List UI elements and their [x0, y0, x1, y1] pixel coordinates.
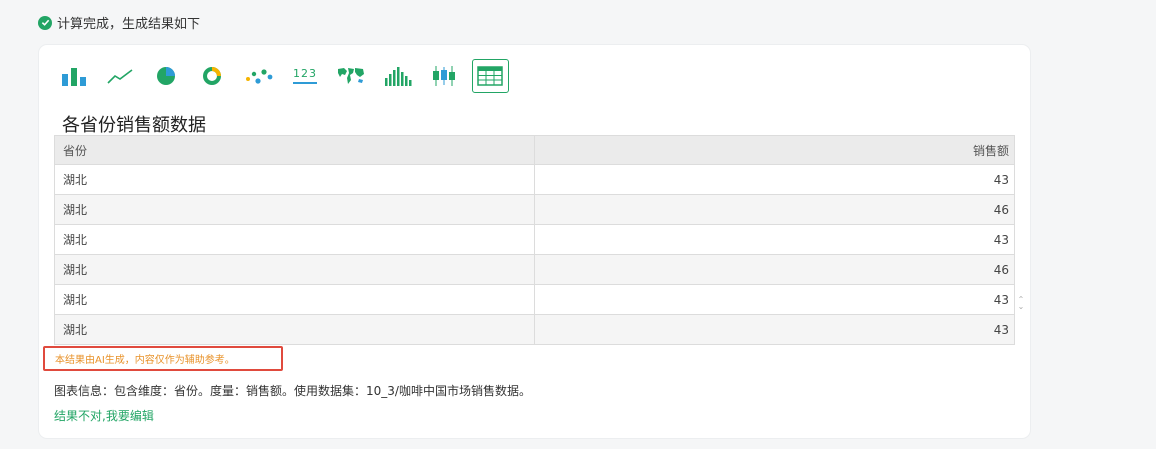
chart-info-text: 图表信息：包含维度：省份。度量：销售额。使用数据集：10_3/咖啡中国市场销售数… [54, 384, 531, 398]
column-header-sales[interactable]: 销售额 [534, 135, 1015, 165]
donut-chart-button[interactable] [194, 59, 231, 93]
histogram-chart-button[interactable] [379, 59, 416, 93]
table-header-row: 省份 销售额 [54, 135, 1015, 165]
table-cell-province: 湖北 [54, 254, 535, 285]
donut-chart-icon [203, 67, 222, 85]
column-header-province[interactable]: 省份 [54, 135, 535, 165]
table-cell-province: 湖北 [54, 194, 535, 225]
number-card-button[interactable]: 123 [286, 59, 323, 93]
candlestick-chart-icon [432, 66, 455, 86]
result-card: 123 各省份销售额数据 省份 销售额 湖北 43 湖北 46 湖北 43 湖北… [39, 45, 1030, 438]
ai-disclaimer-note: 本结果由AI生成，内容仅作为辅助参考。 [43, 346, 283, 371]
chart-title: 各省份销售额数据 [62, 115, 206, 136]
check-circle-icon [38, 15, 52, 30]
edit-result-link[interactable]: 结果不对,我要编辑 [54, 407, 154, 424]
number-card-icon: 123 [292, 68, 317, 84]
histogram-chart-icon [384, 67, 412, 86]
scroll-arrows-icon[interactable]: ⌃ ⌄ [1015, 295, 1027, 311]
table-row: 湖北 43 [54, 224, 1015, 255]
map-chart-icon [338, 68, 365, 84]
scatter-chart-button[interactable] [240, 59, 277, 93]
candlestick-chart-button[interactable] [425, 59, 462, 93]
data-table: 省份 销售额 湖北 43 湖北 46 湖北 43 湖北 46 湖北 43 湖北 … [54, 135, 1015, 345]
table-cell-province: 湖北 [54, 314, 535, 345]
table-cell-province: 湖北 [54, 224, 535, 255]
table-cell-province: 湖北 [54, 164, 535, 195]
table-row: 湖北 46 [54, 254, 1015, 285]
table-cell-sales: 46 [534, 194, 1015, 225]
status-message: 计算完成，生成结果如下 [38, 13, 200, 32]
scatter-chart-icon [245, 69, 273, 84]
bar-chart-icon [61, 68, 86, 86]
table-chart-icon [477, 66, 503, 86]
pie-chart-icon [157, 67, 176, 85]
table-cell-province: 湖北 [54, 284, 535, 315]
table-cell-sales: 43 [534, 224, 1015, 255]
table-cell-sales: 43 [534, 314, 1015, 345]
line-chart-icon [107, 69, 133, 84]
pie-chart-button[interactable] [148, 59, 185, 93]
bar-chart-button[interactable] [55, 59, 92, 93]
status-text: 计算完成，生成结果如下 [57, 17, 201, 32]
table-cell-sales: 43 [534, 164, 1015, 195]
table-row: 湖北 43 [54, 284, 1015, 315]
table-chart-button[interactable] [471, 59, 509, 93]
table-cell-sales: 46 [534, 254, 1015, 285]
chart-type-toolbar: 123 [55, 59, 518, 93]
table-row: 湖北 43 [54, 164, 1015, 195]
line-chart-button[interactable] [101, 59, 138, 93]
ai-disclaimer-text: 本结果由AI生成，内容仅作为辅助参考。 [55, 355, 235, 366]
table-row: 湖北 46 [54, 194, 1015, 225]
map-chart-button[interactable] [333, 59, 370, 93]
table-cell-sales: 43 [534, 284, 1015, 315]
table-row: 湖北 43 [54, 314, 1015, 345]
